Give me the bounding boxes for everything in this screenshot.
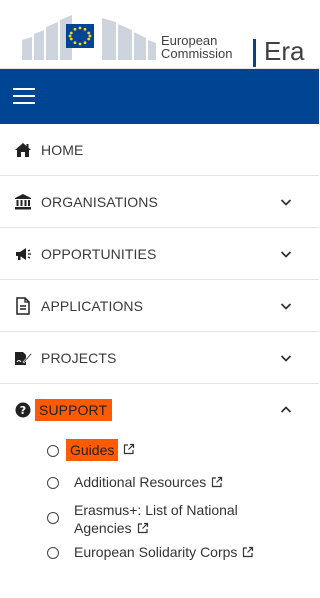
top-navbar	[0, 69, 319, 124]
question-circle-icon: ?	[14, 401, 32, 419]
menu-item-organisations[interactable]: ORGANISATIONS	[0, 176, 319, 228]
header-divider	[253, 39, 256, 67]
european-commission-logo[interactable]	[22, 10, 156, 60]
menu-item-label: SUPPORT	[35, 398, 113, 421]
megaphone-icon	[14, 245, 32, 263]
external-link-icon	[137, 522, 148, 534]
menu-item-opportunities[interactable]: OPPORTUNITIES	[0, 228, 319, 280]
menu-item-label: OPPORTUNITIES	[41, 245, 157, 262]
menu-item-support[interactable]: ? SUPPORT	[0, 384, 319, 435]
site-header: European Commission Era	[0, 0, 319, 69]
external-link-icon	[124, 443, 135, 455]
svg-text:?: ?	[20, 404, 26, 417]
chevron-up-icon[interactable]	[280, 404, 292, 416]
institution-icon	[14, 193, 32, 211]
submenu-item-label: Guides	[66, 439, 119, 461]
radio-button[interactable]	[47, 512, 59, 524]
radio-button[interactable]	[47, 477, 59, 489]
submenu-item-national-agencies[interactable]: Erasmus+: List of National Agencies	[0, 499, 319, 537]
submenu-item-label: Additional Resources	[74, 473, 223, 491]
menu-item-label: PROJECTS	[41, 349, 117, 366]
hamburger-menu-icon[interactable]	[13, 88, 35, 106]
submenu-item-additional-resources[interactable]: Additional Resources	[0, 473, 319, 499]
side-menu: HOME ORGANISATIONS OPPORTUNITIES APPLICA…	[0, 124, 319, 569]
menu-item-label: APPLICATIONS	[41, 297, 144, 314]
commission-name: European Commission	[161, 34, 233, 60]
external-link-icon	[212, 476, 223, 488]
document-icon	[14, 296, 32, 315]
submenu-item-label: Erasmus+: List of National Agencies	[74, 502, 238, 536]
menu-item-home[interactable]: HOME	[0, 124, 319, 176]
home-icon	[14, 141, 32, 159]
radio-button[interactable]	[47, 547, 59, 559]
signature-icon	[14, 349, 32, 367]
menu-item-applications[interactable]: APPLICATIONS	[0, 280, 319, 332]
external-link-icon	[243, 546, 254, 558]
chevron-down-icon[interactable]	[280, 352, 292, 364]
chevron-down-icon[interactable]	[280, 248, 292, 260]
radio-button[interactable]	[47, 445, 59, 457]
commission-line2: Commission	[161, 46, 233, 61]
menu-item-label: HOME	[41, 141, 84, 158]
submenu-item-european-solidarity-corps[interactable]: European Solidarity Corps	[0, 543, 319, 569]
app-title: Era	[264, 36, 305, 66]
menu-item-projects[interactable]: PROJECTS	[0, 332, 319, 384]
menu-item-label: ORGANISATIONS	[41, 193, 158, 210]
chevron-down-icon[interactable]	[280, 196, 292, 208]
submenu-item-guides[interactable]: Guides	[0, 439, 319, 467]
support-submenu: Guides Additional Resources Erasmus+: Li…	[0, 435, 319, 569]
submenu-item-label: European Solidarity Corps	[74, 543, 254, 561]
chevron-down-icon[interactable]	[280, 300, 292, 312]
